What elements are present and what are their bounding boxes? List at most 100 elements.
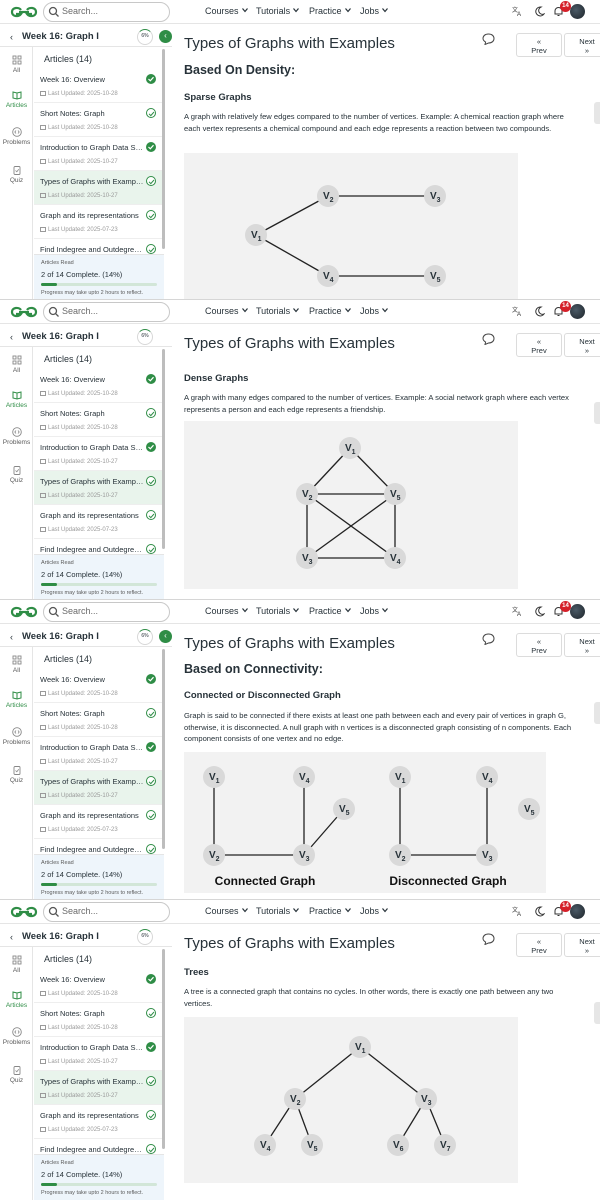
list-item[interactable]: Graph and its representations Last Update… <box>34 1105 164 1139</box>
rail-item-all[interactable]: All <box>0 655 33 674</box>
dark-mode-icon[interactable] <box>534 6 545 17</box>
rail-item-quiz[interactable]: Quiz <box>0 765 33 784</box>
prev-button[interactable]: «Prev <box>516 933 562 957</box>
list-item[interactable]: Short Notes: Graph Last Updated: 2025-10-… <box>34 403 164 437</box>
nav-courses[interactable]: Courses <box>205 606 248 616</box>
gfg-logo[interactable] <box>10 604 38 620</box>
nav-tutorials[interactable]: Tutorials <box>256 606 300 616</box>
sidebar-scrollbar[interactable] <box>162 349 165 549</box>
list-item[interactable]: Introduction to Graph Data Str... Last Up… <box>34 137 164 171</box>
nav-courses[interactable]: Courses <box>205 906 248 916</box>
list-item[interactable]: Short Notes: Graph Last Updated: 2025-10-… <box>34 703 164 737</box>
list-item-current[interactable]: Types of Graphs with Examples Last Update… <box>34 771 164 805</box>
nav-practice[interactable]: Practice <box>309 606 351 616</box>
prev-button[interactable]: «Prev <box>516 333 562 357</box>
rail-item-problems[interactable]: Problems <box>0 1027 33 1046</box>
rail-item-all[interactable]: All <box>0 55 33 74</box>
rail-item-problems[interactable]: Problems <box>0 427 33 446</box>
rail-item-quiz[interactable]: Quiz <box>0 465 33 484</box>
avatar[interactable] <box>570 904 585 919</box>
nav-practice[interactable]: Practice <box>309 306 351 316</box>
list-item[interactable]: Graph and its representations Last Update… <box>34 805 164 839</box>
list-item[interactable]: Short Notes: Graph Last Updated: 2025-10-… <box>34 103 164 137</box>
avatar[interactable] <box>570 304 585 319</box>
list-item[interactable]: Week 16: Overview Last Updated: 2025-10-2… <box>34 969 164 1003</box>
list-item[interactable]: Short Notes: Graph Last Updated: 2025-10-… <box>34 1003 164 1037</box>
back-chevron-icon[interactable]: ‹ <box>10 632 13 642</box>
rail-item-problems[interactable]: Problems <box>0 127 33 146</box>
nav-practice[interactable]: Practice <box>309 906 351 916</box>
rail-item-articles[interactable]: Articles <box>0 690 33 709</box>
list-item-current[interactable]: Types of Graphs with Examples Last Update… <box>34 471 164 505</box>
translate-icon[interactable]: 文A <box>512 306 523 317</box>
search-input[interactable]: Search... <box>43 302 170 322</box>
rail-item-problems[interactable]: Problems <box>0 727 33 746</box>
search-input[interactable]: Search... <box>43 902 170 922</box>
side-feedback-tab[interactable] <box>594 402 600 424</box>
back-chevron-icon[interactable]: ‹ <box>10 332 13 342</box>
next-button[interactable]: Next» <box>564 633 600 657</box>
rail-item-quiz[interactable]: Quiz <box>0 165 33 184</box>
nav-courses[interactable]: Courses <box>205 6 248 16</box>
nav-jobs[interactable]: Jobs <box>360 6 388 16</box>
comment-icon[interactable] <box>482 633 495 645</box>
list-item[interactable]: Graph and its representations Last Update… <box>34 205 164 239</box>
list-item[interactable]: Introduction to Graph Data Str... Last Up… <box>34 1037 164 1071</box>
list-item[interactable]: Introduction to Graph Data Str... Last Up… <box>34 737 164 771</box>
comment-icon[interactable] <box>482 33 495 45</box>
nav-tutorials[interactable]: Tutorials <box>256 906 300 916</box>
next-button[interactable]: Next» <box>564 33 600 57</box>
list-item[interactable]: Week 16: Overview Last Updated: 2025-10-2… <box>34 369 164 403</box>
gfg-logo[interactable] <box>10 4 38 20</box>
dark-mode-icon[interactable] <box>534 306 545 317</box>
gfg-logo[interactable] <box>10 304 38 320</box>
list-item[interactable]: Week 16: Overview Last Updated: 2025-10-2… <box>34 669 164 703</box>
dark-mode-icon[interactable] <box>534 606 545 617</box>
prev-button[interactable]: «Prev <box>516 633 562 657</box>
nav-jobs[interactable]: Jobs <box>360 606 388 616</box>
next-button[interactable]: Next» <box>564 333 600 357</box>
nav-practice[interactable]: Practice <box>309 6 351 16</box>
list-item-current[interactable]: Types of Graphs with Examples Last Update… <box>34 1071 164 1105</box>
nav-jobs[interactable]: Jobs <box>360 906 388 916</box>
search-input[interactable]: Search... <box>43 602 170 622</box>
prev-button[interactable]: «Prev <box>516 33 562 57</box>
sidebar-scrollbar[interactable] <box>162 49 165 249</box>
comment-icon[interactable] <box>482 333 495 345</box>
week-title[interactable]: Week 16: Graph I <box>22 331 99 342</box>
translate-icon[interactable]: 文A <box>512 906 523 917</box>
avatar[interactable] <box>570 4 585 19</box>
sidebar-scrollbar[interactable] <box>162 649 165 849</box>
rail-item-all[interactable]: All <box>0 355 33 374</box>
side-feedback-tab[interactable] <box>594 1002 600 1024</box>
rail-item-all[interactable]: All <box>0 955 33 974</box>
week-title[interactable]: Week 16: Graph I <box>22 31 99 42</box>
translate-icon[interactable]: 文A <box>512 6 523 17</box>
gfg-logo[interactable] <box>10 904 38 920</box>
next-button[interactable]: Next» <box>564 933 600 957</box>
rail-item-articles[interactable]: Articles <box>0 390 33 409</box>
list-item[interactable]: Graph and its representations Last Update… <box>34 505 164 539</box>
collapse-sidebar-button[interactable]: ‹ <box>159 630 172 643</box>
list-item[interactable]: Week 16: Overview Last Updated: 2025-10-2… <box>34 69 164 103</box>
search-input[interactable]: Search... <box>43 2 170 22</box>
back-chevron-icon[interactable]: ‹ <box>10 32 13 42</box>
week-title[interactable]: Week 16: Graph I <box>22 631 99 642</box>
rail-item-quiz[interactable]: Quiz <box>0 1065 33 1084</box>
sidebar-scrollbar[interactable] <box>162 949 165 1149</box>
nav-tutorials[interactable]: Tutorials <box>256 306 300 316</box>
side-feedback-tab[interactable] <box>594 702 600 724</box>
rail-item-articles[interactable]: Articles <box>0 990 33 1009</box>
rail-item-articles[interactable]: Articles <box>0 90 33 109</box>
side-feedback-tab[interactable] <box>594 102 600 124</box>
collapse-sidebar-button[interactable]: ‹ <box>159 30 172 43</box>
comment-icon[interactable] <box>482 933 495 945</box>
nav-courses[interactable]: Courses <box>205 306 248 316</box>
list-item-current[interactable]: Types of Graphs with Examples Last Update… <box>34 171 164 205</box>
nav-tutorials[interactable]: Tutorials <box>256 6 300 16</box>
avatar[interactable] <box>570 604 585 619</box>
list-item[interactable]: Introduction to Graph Data Str... Last Up… <box>34 437 164 471</box>
translate-icon[interactable]: 文A <box>512 606 523 617</box>
back-chevron-icon[interactable]: ‹ <box>10 932 13 942</box>
dark-mode-icon[interactable] <box>534 906 545 917</box>
